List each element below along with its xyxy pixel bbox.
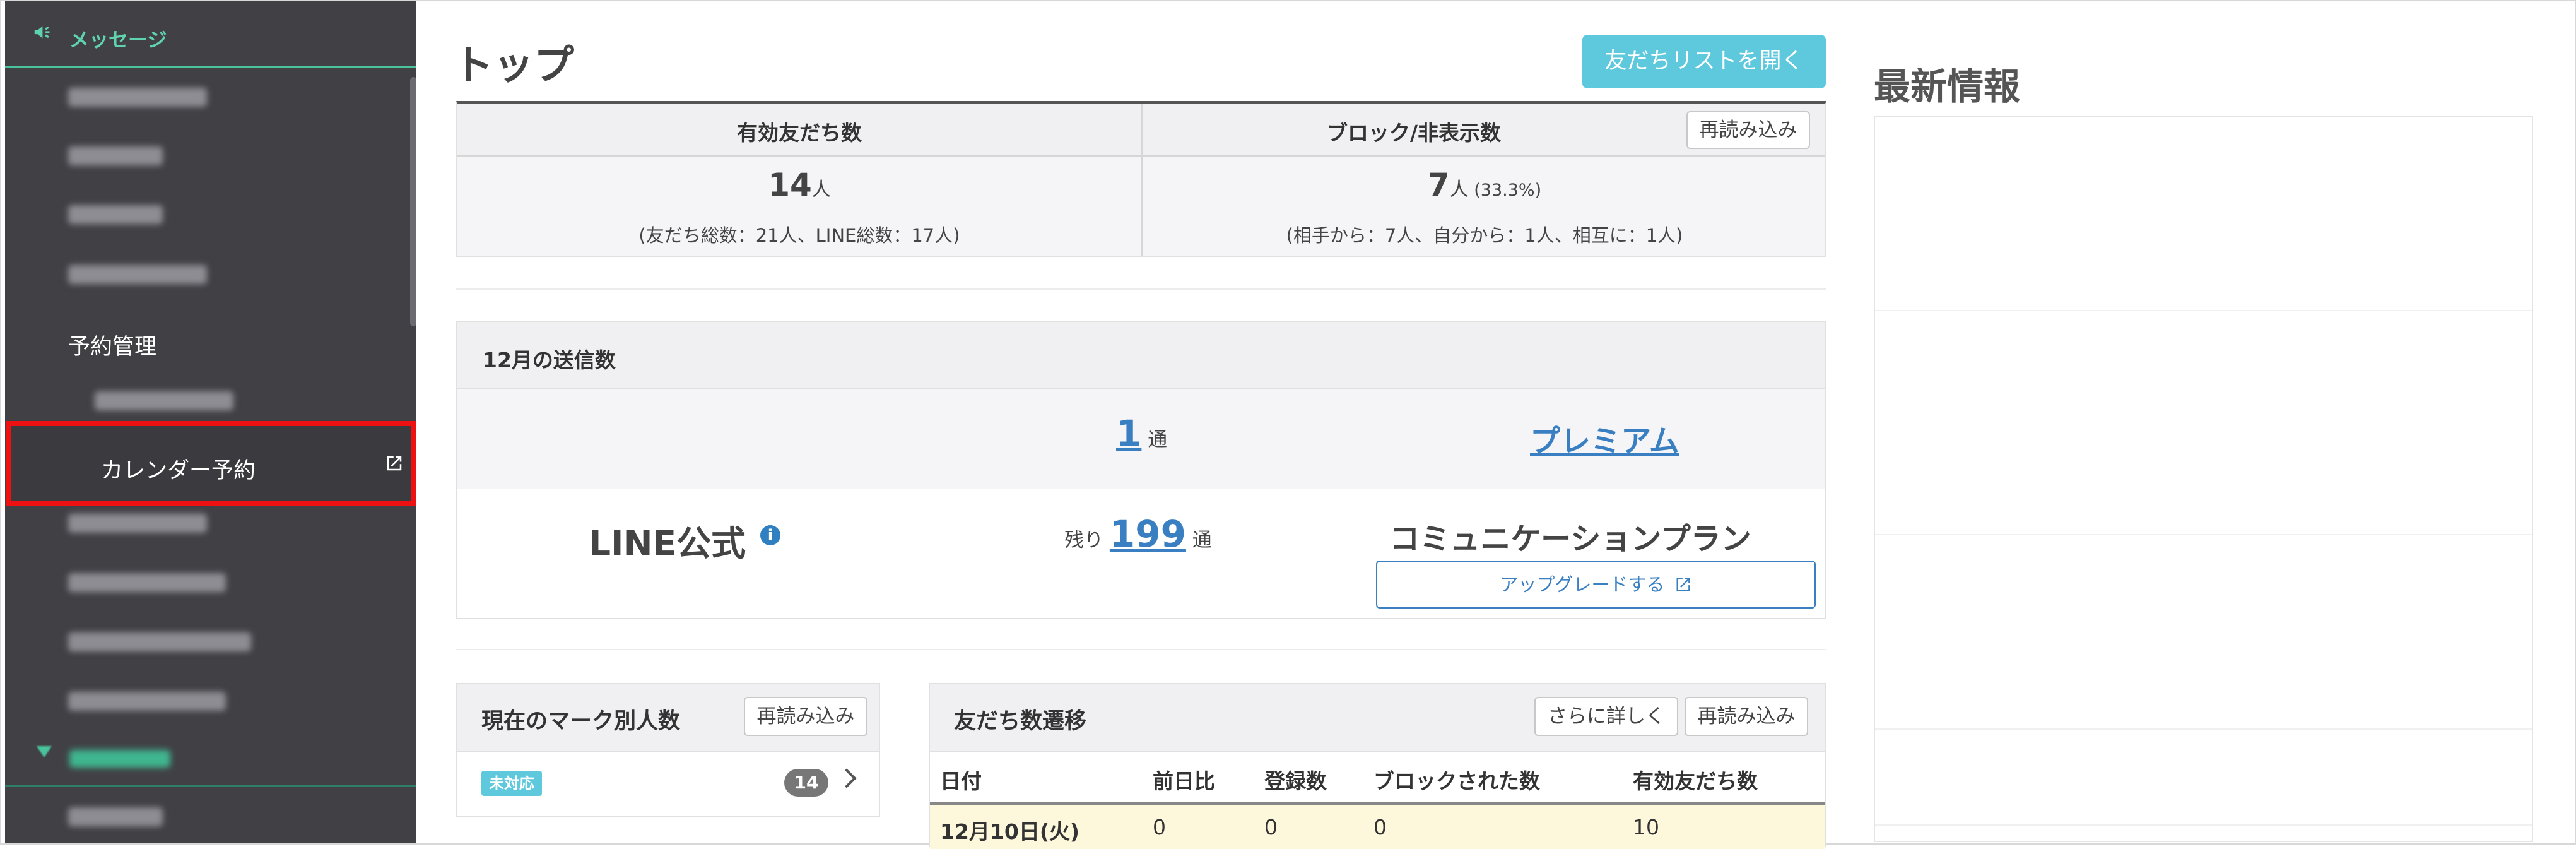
blocked-detail: (相手から：7人、自分から：1人、相互に：1人) bbox=[1286, 225, 1683, 246]
news-divider bbox=[1875, 310, 2532, 311]
table-cell: 10 bbox=[1633, 815, 1659, 840]
sidebar-item-blurred-7[interactable] bbox=[5, 553, 416, 612]
valid-friends-unit: 人 bbox=[811, 179, 831, 201]
more-details-button[interactable]: さらに詳しく bbox=[1534, 697, 1678, 736]
sidebar-item-blurred-4[interactable] bbox=[5, 245, 416, 304]
send-count-header: 12月の送信数 bbox=[457, 322, 1825, 389]
monthly-send-count-panel: 12月の送信数 1 通 プレミアム LINE公式 i 残り 199 通 コミュニ… bbox=[456, 321, 1826, 619]
chevron-right-icon[interactable] bbox=[837, 768, 857, 788]
transition-reload-button[interactable]: 再読み込み bbox=[1685, 697, 1808, 736]
open-friend-list-button[interactable]: 友だちリストを開く bbox=[1582, 35, 1826, 88]
mark-count-panel: 現在のマーク別人数 再読み込み 未対応 14 bbox=[456, 683, 880, 817]
blocked-value: 7 bbox=[1427, 167, 1450, 203]
friend-stats-table: 有効友だち数 ブロック/非表示数 再読み込み 14人 (友だち総数：21人、LI… bbox=[456, 101, 1826, 257]
table-cell: 0 bbox=[1264, 815, 1278, 840]
external-link-icon bbox=[1676, 578, 1690, 591]
valid-friends-value: 14 bbox=[768, 167, 812, 203]
valid-friends-header: 有効友だち数 bbox=[737, 121, 862, 145]
sidebar-header-messages[interactable]: メッセージ bbox=[5, 1, 416, 68]
status-badge[interactable]: 未対応 bbox=[481, 771, 542, 796]
mark-count-badge: 14 bbox=[784, 769, 828, 797]
send-count-row: 1 通 プレミアム bbox=[457, 389, 1825, 489]
sidebar-item-blurred-2[interactable] bbox=[5, 126, 416, 186]
sidebar-item-blurred-9[interactable] bbox=[5, 672, 416, 731]
upgrade-button-label: アップグレードする bbox=[1500, 574, 1665, 595]
page-title: トップ bbox=[453, 42, 574, 89]
caret-down-icon bbox=[37, 746, 52, 757]
info-icon[interactable]: i bbox=[760, 525, 780, 545]
sidebar-item-label: 予約管理 bbox=[68, 335, 157, 360]
marks-reload-button[interactable]: 再読み込み bbox=[744, 697, 867, 736]
sidebar-item-blurred-10[interactable] bbox=[5, 787, 416, 843]
sent-count: 1 通 bbox=[1116, 412, 1167, 455]
mark-count-header: 現在のマーク別人数 再読み込み bbox=[457, 684, 879, 752]
megaphone-icon bbox=[34, 26, 50, 39]
mark-count-title: 現在のマーク別人数 bbox=[481, 709, 681, 734]
remaining-count: 残り 199 通 bbox=[1064, 513, 1212, 555]
column-header: 日付 bbox=[940, 769, 982, 793]
table-header-row: 日付 前日比 登録数 ブロックされた数 有効友だち数 bbox=[930, 752, 1825, 805]
table-cell: 12月10日(火) bbox=[940, 819, 1080, 844]
news-feed[interactable] bbox=[1874, 116, 2533, 842]
remaining-prefix: 残り bbox=[1064, 529, 1103, 552]
external-link-icon bbox=[387, 456, 402, 471]
column-header: 有効友だち数 bbox=[1633, 769, 1758, 793]
table-row: 12月10日(火) 0 0 0 10 bbox=[930, 805, 1825, 849]
valid-friends-detail: (友だち総数：21人、LINE総数：17人) bbox=[638, 225, 960, 246]
sent-count-link[interactable]: 1 bbox=[1116, 412, 1141, 455]
upgrade-button[interactable]: アップグレードする bbox=[1376, 561, 1816, 609]
plan-name: コミュニケーションプラン bbox=[1389, 521, 1751, 557]
sidebar-item-blurred-8[interactable] bbox=[5, 612, 416, 672]
sidebar-item-label: カレンダー予約 bbox=[101, 458, 256, 484]
blocked-header: ブロック/非表示数 bbox=[1326, 121, 1502, 145]
send-count-title: 12月の送信数 bbox=[483, 348, 616, 372]
blocked-percentage: (33.3%) bbox=[1474, 181, 1542, 200]
sidebar: メッセージ 予約管理 カレンダー予約 bbox=[5, 1, 416, 843]
news-divider bbox=[1875, 534, 2532, 535]
table-cell: 0 bbox=[1153, 815, 1166, 840]
sidebar-item-reservation[interactable]: 予約管理 bbox=[5, 312, 416, 372]
friend-transition-panel: 友だち数遷移 さらに詳しく 再読み込み 日付 前日比 登録数 ブロックされた数 … bbox=[929, 683, 1826, 849]
sidebar-item-blurred-1[interactable] bbox=[5, 68, 416, 127]
column-header: 登録数 bbox=[1264, 769, 1327, 793]
line-official-label: LINE公式 bbox=[589, 523, 746, 564]
section-divider bbox=[456, 649, 1826, 650]
remaining-count-link[interactable]: 199 bbox=[1110, 513, 1186, 555]
sidebar-group-blurred[interactable] bbox=[5, 732, 416, 787]
news-divider bbox=[1875, 824, 2532, 826]
section-divider bbox=[456, 288, 1826, 290]
valid-friends-count: 14人 bbox=[457, 167, 1141, 203]
news-title: 最新情報 bbox=[1874, 65, 2021, 108]
blocked-unit: 人 bbox=[1449, 179, 1469, 201]
sidebar-item-blurred-3[interactable] bbox=[5, 185, 416, 244]
news-divider bbox=[1875, 728, 2532, 730]
transition-title: 友だち数遷移 bbox=[954, 709, 1087, 734]
remaining-unit: 通 bbox=[1192, 529, 1212, 552]
sent-count-unit: 通 bbox=[1148, 429, 1168, 451]
column-header: 前日比 bbox=[1153, 769, 1215, 793]
stats-reload-button[interactable]: 再読み込み bbox=[1686, 111, 1810, 149]
table-cell: 0 bbox=[1373, 815, 1387, 840]
blocked-count: 7人 (33.3%) bbox=[1143, 167, 1826, 203]
premium-plan-link[interactable]: プレミアム bbox=[1530, 416, 1679, 460]
sidebar-item-blurred-6[interactable] bbox=[5, 494, 416, 553]
sidebar-header-label: メッセージ bbox=[69, 29, 167, 52]
transition-header: 友だち数遷移 さらに詳しく 再読み込み bbox=[930, 684, 1825, 752]
column-header: ブロックされた数 bbox=[1373, 769, 1540, 793]
sidebar-item-calendar-reservation[interactable]: カレンダー予約 bbox=[6, 421, 416, 506]
